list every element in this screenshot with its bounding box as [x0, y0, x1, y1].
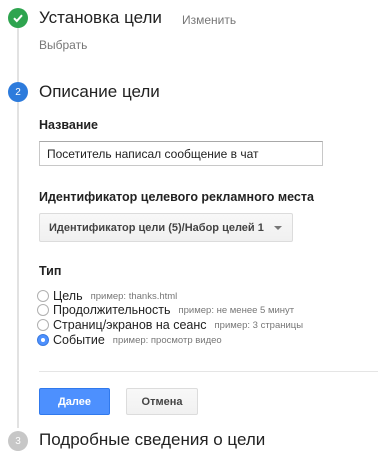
- chevron-down-icon: [274, 226, 282, 230]
- step-3-number-badge: 3: [8, 431, 28, 451]
- edit-step-1-link[interactable]: Изменить: [182, 13, 236, 27]
- step-2-number-badge: 2: [8, 82, 28, 102]
- goal-name-label: Название: [39, 118, 99, 132]
- goal-type-hint-event: пример: просмотр видео: [112, 334, 222, 346]
- step-2-number: 2: [15, 86, 21, 98]
- step-connector: [17, 28, 19, 82]
- next-button[interactable]: Далее: [39, 388, 110, 415]
- goal-type-hint-pages: пример: 3 страницы: [214, 319, 304, 331]
- goal-type-option-event[interactable]: Событие пример: просмотр видео: [37, 332, 222, 348]
- goal-slot-value: Идентификатор цели (5)/Набор целей 1: [49, 221, 264, 234]
- radio-button[interactable]: [37, 319, 49, 331]
- goal-type-option-pages[interactable]: Страниц/экранов на сеанс пример: 3 стран…: [37, 317, 303, 333]
- goal-type-label-destination: Цель: [53, 289, 83, 303]
- goal-type-hint-duration: пример: не менее 5 минут: [178, 304, 295, 316]
- radio-button-selected[interactable]: [37, 334, 49, 346]
- step-2-title: Описание цели: [39, 82, 160, 101]
- checkmark-icon: [13, 14, 23, 23]
- radio-button[interactable]: [37, 304, 49, 316]
- goal-type-option-duration[interactable]: Продолжительность пример: не менее 5 мин…: [37, 302, 294, 318]
- goal-type-label-pages: Страниц/экранов на сеанс: [53, 318, 207, 332]
- goal-slot-dropdown[interactable]: Идентификатор цели (5)/Набор целей 1: [39, 213, 293, 242]
- goal-type-hint-destination: пример: thanks.html: [90, 290, 178, 302]
- step-3-number: 3: [15, 435, 21, 447]
- step-connector: [17, 102, 19, 428]
- goal-type-label-duration: Продолжительность: [53, 303, 171, 317]
- step-1-title: Установка цели: [39, 8, 162, 27]
- step-complete-icon: [8, 8, 28, 28]
- step-1-selected-value: Выбрать: [39, 38, 88, 52]
- goal-type-label-event: Событие: [53, 333, 105, 347]
- goal-name-input[interactable]: [39, 141, 323, 166]
- step-3-title: Подробные сведения о цели: [39, 430, 266, 449]
- section-divider: [39, 371, 378, 372]
- cancel-button[interactable]: Отмена: [126, 388, 198, 415]
- goal-slot-label: Идентификатор целевого рекламного места: [39, 190, 314, 204]
- radio-button[interactable]: [37, 290, 49, 302]
- goal-type-label: Тип: [39, 264, 62, 278]
